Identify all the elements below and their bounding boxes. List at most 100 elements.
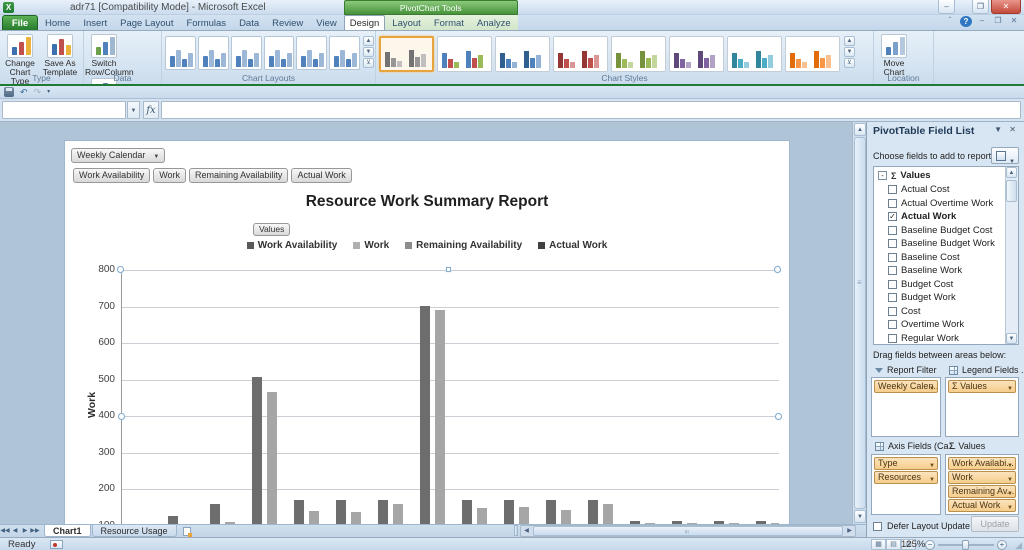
field-button-remaining-availability[interactable]: Remaining Availability [189,168,288,183]
tab-format[interactable]: Format [428,15,470,30]
chart-layout-thumb[interactable] [296,36,327,70]
zoom-out-icon[interactable]: − [925,540,935,550]
checkbox[interactable] [888,266,897,275]
axis-fields-area[interactable]: Type▼Resources▼ [871,454,941,515]
values-area[interactable]: Work Availabi...▼Work▼Remaining Av...▼Ac… [945,454,1019,515]
chart-style-orange[interactable] [785,36,840,72]
selection-handle[interactable] [775,413,782,420]
chart-style-purple[interactable] [669,36,724,72]
scroll-thumb[interactable] [1006,180,1017,202]
sheet-tab-resource-usage[interactable]: Resource Usage [92,525,177,537]
horizontal-scroll-thumb[interactable] [533,526,843,536]
restore-button[interactable]: ❐ [972,0,989,14]
bar-work-availability[interactable] [504,500,514,524]
scroll-down-icon[interactable]: ▼ [1006,333,1017,344]
field-button-work-availability[interactable]: Work Availability [73,168,150,183]
tab-split-handle[interactable] [514,525,518,536]
checkbox[interactable] [888,212,897,221]
checkbox[interactable] [888,334,897,343]
bar-work[interactable] [477,508,487,524]
bar-work-availability[interactable] [336,500,346,524]
tab-data[interactable]: Data [233,15,265,30]
collapse-ribbon-icon[interactable]: ˆ [944,16,956,27]
chart-layout-thumb[interactable] [264,36,295,70]
bar-work-availability[interactable] [252,377,262,524]
pivot-chart[interactable]: Weekly Calendar▼ Work AvailabilityWorkRe… [64,140,790,524]
scroll-left-icon[interactable]: ◀ [521,526,532,536]
values-field-button[interactable]: Values [253,223,290,236]
gallery-scroll-down-icon[interactable]: ▼ [844,47,855,57]
insert-worksheet-tab[interactable] [178,525,198,537]
scroll-up-icon[interactable]: ▲ [854,123,866,136]
report-filter-area[interactable]: Weekly Calen...▼ [871,377,941,437]
bar-work-availability[interactable] [210,504,220,524]
undo-icon[interactable]: ↶ [20,87,28,98]
zoom-slider-thumb[interactable] [962,540,969,550]
chart-style-multi[interactable] [437,36,492,72]
redo-icon[interactable]: ↷ [34,87,42,98]
tab-insert[interactable]: Insert [77,15,113,30]
selection-handle[interactable] [774,266,781,273]
minimize-button[interactable]: ‒ [938,0,955,14]
selection-handle[interactable] [118,413,125,420]
checkbox[interactable] [888,199,897,208]
checkbox[interactable] [888,307,897,316]
field-item-baseline-budget-cost[interactable]: Baseline Budget Cost [888,224,992,237]
field-item-actual-work[interactable]: Actual Work [888,210,956,223]
chart-style-gray[interactable] [379,36,434,72]
area-field-values[interactable]: Σ Values▼ [948,380,1016,393]
macro-record-icon[interactable] [50,540,63,549]
tab-layout[interactable]: Layout [386,15,427,30]
field-item-budget-cost[interactable]: Budget Cost [888,278,953,291]
update-button[interactable]: Update [971,516,1019,532]
button-save-as-template[interactable]: Save AsTemplate [41,33,79,77]
chart-layout-thumb[interactable] [165,36,196,70]
field-button-actual-work[interactable]: Actual Work [291,168,351,183]
button-switch-row-column[interactable]: SwitchRow/Column [85,33,123,77]
gallery-scroll-more-icon[interactable]: ⊻ [844,58,855,68]
prev-sheet-icon[interactable]: ◀ [10,525,20,537]
field-item-baseline-budget-work[interactable]: Baseline Budget Work [888,237,995,250]
tab-home[interactable]: Home [39,15,76,30]
insert-function-button[interactable]: fx [143,101,159,119]
bar-work-availability[interactable] [168,516,178,524]
selection-handle[interactable] [446,267,451,272]
pane-options-icon[interactable]: ▼ [994,125,1002,134]
checkbox[interactable] [888,185,897,194]
checkbox[interactable] [888,226,897,235]
bar-work[interactable] [393,504,403,524]
tab-formulas[interactable]: Formulas [180,15,232,30]
customize-qat-icon[interactable]: ▾ [47,87,50,98]
chart-style-blue[interactable] [495,36,550,72]
next-sheet-icon[interactable]: ▶ [20,525,30,537]
workbook-close-icon[interactable]: ✕ [1008,16,1020,27]
workbook-restore-icon[interactable]: ❐ [992,16,1004,27]
checkbox[interactable] [888,320,897,329]
bar-work[interactable] [519,507,529,524]
field-item-cost[interactable]: Cost [888,305,921,318]
chart-layout-thumb[interactable] [198,36,229,70]
field-button-work[interactable]: Work [153,168,186,183]
bar-work[interactable] [603,504,613,524]
scroll-up-icon[interactable]: ▲ [1006,167,1017,178]
tab-view[interactable]: View [310,15,342,30]
save-icon[interactable] [4,87,14,97]
first-sheet-icon[interactable]: ◀◀ [0,525,10,537]
tab-analyze[interactable]: Analyze [471,15,517,30]
values-group-header[interactable]: - Σ Values [878,169,931,182]
area-field-remaining-av[interactable]: Remaining Av...▼ [948,485,1016,498]
scroll-down-icon[interactable]: ▼ [854,510,866,523]
plot-area[interactable] [121,270,779,524]
area-field-work-availabi[interactable]: Work Availabi...▼ [948,457,1016,470]
chart-filter-button[interactable]: Weekly Calendar▼ [71,148,165,163]
field-item-actual-cost[interactable]: Actual Cost [888,183,950,196]
sheet-tab-chart1[interactable]: Chart1 [44,525,91,537]
close-button[interactable]: ✕ [991,0,1021,14]
field-item-actual-overtime-work[interactable]: Actual Overtime Work [888,197,993,210]
bar-work[interactable] [267,392,277,524]
bar-work-availability[interactable] [462,500,472,524]
bar-work-availability[interactable] [546,500,556,524]
chart-style-green[interactable] [611,36,666,72]
bar-work[interactable] [351,512,361,524]
bar-work-availability[interactable] [420,306,430,524]
